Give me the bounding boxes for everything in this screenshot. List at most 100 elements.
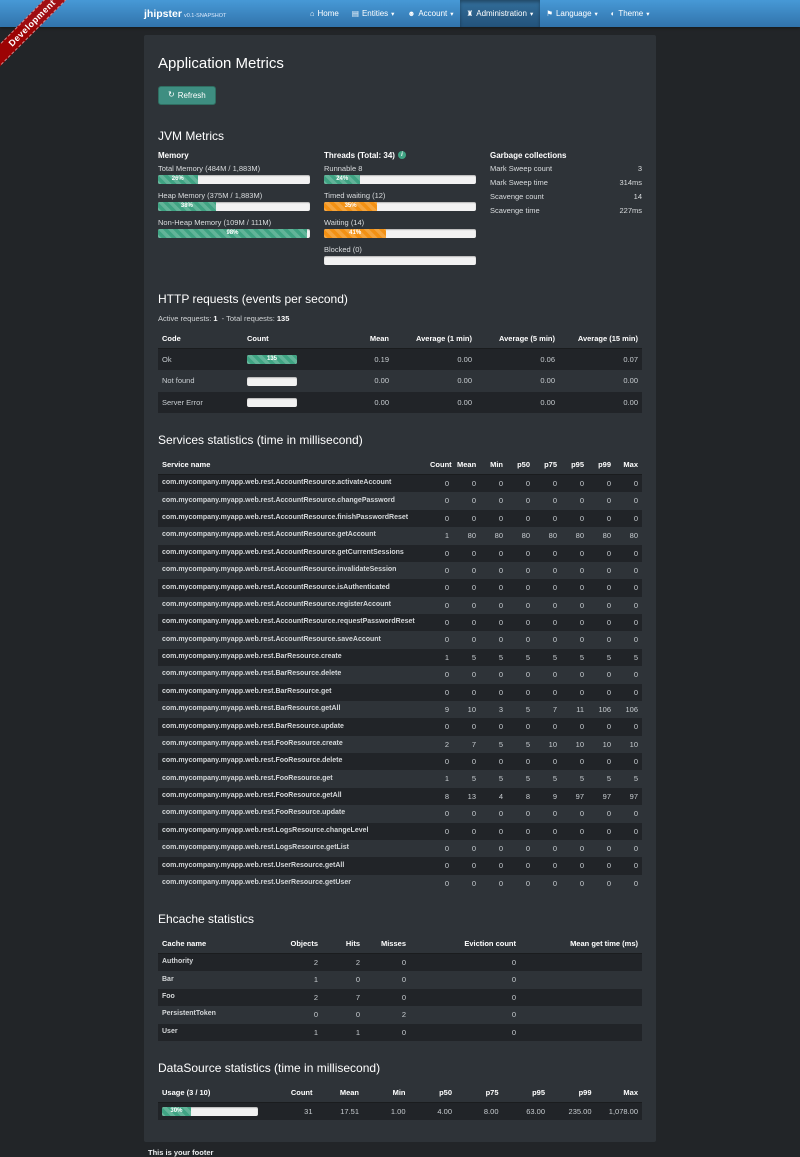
gc-stat-label: Mark Sweep time: [490, 178, 548, 187]
service-name-cell: com.mycompany.myapp.web.rest.UserResourc…: [158, 875, 426, 892]
chevron-down-icon: [391, 9, 394, 18]
services-statistics-heading: Services statistics (time in millisecond…: [158, 433, 642, 447]
threads-heading: Threads (Total: 34)i: [324, 151, 476, 160]
datasource-statistics-table: Usage (3 / 10) Count Mean Min p50 p75 p9…: [158, 1083, 642, 1121]
progress-track: 98%: [158, 229, 310, 238]
table-header-row: Cache name Objects Hits Misses Eviction …: [158, 934, 642, 954]
metric-label: Waiting (14): [324, 218, 476, 227]
table-row: Foo 2 7 0 0: [158, 989, 642, 1006]
table-row: com.mycompany.myapp.web.rest.BarResource…: [158, 684, 642, 701]
nav-item[interactable]: Home: [303, 0, 345, 27]
table-row: com.mycompany.myapp.web.rest.AccountReso…: [158, 562, 642, 579]
table-row: com.mycompany.myapp.web.rest.AccountReso…: [158, 579, 642, 596]
nav-item[interactable]: Language: [540, 0, 605, 27]
http-count-cell: 135: [243, 348, 328, 370]
footer: This is your footer: [144, 1148, 656, 1157]
table-row: com.mycompany.myapp.web.rest.LogsResourc…: [158, 823, 642, 840]
administration-icon: [467, 9, 474, 18]
threads-column: Threads (Total: 34)i Runnable 8 24% Time…: [324, 151, 476, 272]
progress-track: 30%: [162, 1107, 258, 1116]
metrics-panel: Application Metrics ↻ Refresh JVM Metric…: [144, 35, 656, 1142]
progress-track: [247, 377, 297, 386]
memory-heading: Memory: [158, 151, 310, 160]
http-code-cell: Server Error: [158, 392, 243, 414]
progress-fill: 35%: [324, 202, 377, 211]
navbar: jhipster v0.1-SNAPSHOT Home Entities Acc…: [0, 0, 800, 27]
ehcache-statistics-heading: Ehcache statistics: [158, 912, 642, 926]
table-row: com.mycompany.myapp.web.rest.AccountReso…: [158, 614, 642, 631]
table-row: com.mycompany.myapp.web.rest.FooResource…: [158, 736, 642, 753]
nav-item[interactable]: Entities: [345, 0, 401, 27]
brand-version: v0.1-SNAPSHOT: [184, 13, 226, 19]
service-name-cell: com.mycompany.myapp.web.rest.AccountReso…: [158, 562, 426, 579]
progress-fill: 135: [247, 355, 297, 364]
threads-info-icon[interactable]: i: [398, 151, 406, 159]
table-row: Ok 135 0.19 0.00 0.06 0.07: [158, 348, 642, 370]
table-row: com.mycompany.myapp.web.rest.UserResourc…: [158, 875, 642, 892]
table-row: PersistentToken 0 0 2 0: [158, 1006, 642, 1023]
progress-track: 24%: [324, 175, 476, 184]
table-row: com.mycompany.myapp.web.rest.UserResourc…: [158, 857, 642, 874]
table-row: Authority 2 2 0 0: [158, 954, 642, 972]
service-name-cell: com.mycompany.myapp.web.rest.AccountReso…: [158, 510, 426, 527]
gc-stat-row: Mark Sweep count 3: [490, 162, 642, 176]
service-name-cell: com.mycompany.myapp.web.rest.LogsResourc…: [158, 840, 426, 857]
service-name-cell: com.mycompany.myapp.web.rest.FooResource…: [158, 753, 426, 770]
metric-bar-group: Timed waiting (12) 35%: [324, 191, 476, 211]
service-name-cell: com.mycompany.myapp.web.rest.BarResource…: [158, 684, 426, 701]
progress-track: 35%: [324, 202, 476, 211]
datasource-usage-cell: 30%: [158, 1102, 270, 1120]
table-row: com.mycompany.myapp.web.rest.BarResource…: [158, 701, 642, 718]
table-row: com.mycompany.myapp.web.rest.AccountReso…: [158, 631, 642, 648]
table-header-row: Code Count Mean Average (1 min) Average …: [158, 329, 642, 349]
nav-item-label: Entities: [362, 9, 388, 18]
progress-fill: 41%: [324, 229, 386, 238]
table-row: com.mycompany.myapp.web.rest.AccountReso…: [158, 597, 642, 614]
nav-item[interactable]: Theme: [604, 0, 656, 27]
progress-track: 135: [247, 355, 297, 364]
table-row: com.mycompany.myapp.web.rest.FooResource…: [158, 788, 642, 805]
gc-stat-row: Scavenge count 14: [490, 190, 642, 204]
metric-label: Heap Memory (375M / 1,883M): [158, 191, 310, 200]
progress-fill: 30%: [162, 1107, 191, 1116]
http-summary: Active requests:1 - Total requests:135: [158, 314, 642, 323]
garbage-collections-heading: Garbage collections: [490, 151, 642, 160]
table-row: com.mycompany.myapp.web.rest.AccountReso…: [158, 475, 642, 493]
service-name-cell: com.mycompany.myapp.web.rest.FooResource…: [158, 788, 426, 805]
metric-bar-group: Waiting (14) 41%: [324, 218, 476, 238]
gc-stat-row: Mark Sweep time 314ms: [490, 176, 642, 190]
metric-bar-group: Blocked (0): [324, 245, 476, 265]
metric-bar-group: Heap Memory (375M / 1,883M) 38%: [158, 191, 310, 211]
brand-name: jhipster: [144, 8, 182, 20]
nav-item[interactable]: Account: [401, 0, 460, 27]
gc-stat-value: 14: [634, 192, 642, 201]
table-row: Not found 0.00 0.00 0.00 0.00: [158, 370, 642, 392]
gc-stat-value: 314ms: [619, 178, 642, 187]
service-name-cell: com.mycompany.myapp.web.rest.AccountReso…: [158, 631, 426, 648]
chevron-down-icon: [530, 9, 533, 18]
service-name-cell: com.mycompany.myapp.web.rest.FooResource…: [158, 770, 426, 787]
refresh-button[interactable]: ↻ Refresh: [158, 86, 216, 105]
nav-menu: Home Entities Account Administration Lan…: [303, 0, 656, 27]
nav-item[interactable]: Administration: [460, 0, 540, 27]
cache-name-cell: Bar: [158, 971, 274, 988]
service-name-cell: com.mycompany.myapp.web.rest.AccountReso…: [158, 475, 426, 493]
brand-link[interactable]: jhipster v0.1-SNAPSHOT: [144, 8, 226, 20]
datasource-statistics-heading: DataSource statistics (time in milliseco…: [158, 1061, 642, 1075]
http-code-cell: Ok: [158, 348, 243, 370]
gc-stat-label: Scavenge count: [490, 192, 544, 201]
nav-item-label: Language: [556, 9, 592, 18]
metric-bar-group: Runnable 8 24%: [324, 164, 476, 184]
account-icon: [407, 9, 415, 18]
service-name-cell: com.mycompany.myapp.web.rest.AccountReso…: [158, 545, 426, 562]
chevron-down-icon: [450, 9, 453, 18]
chevron-down-icon: [646, 9, 649, 18]
progress-track: 26%: [158, 175, 310, 184]
progress-track: 38%: [158, 202, 310, 211]
progress-fill: 24%: [324, 175, 360, 184]
metric-label: Non-Heap Memory (109M / 111M): [158, 218, 310, 227]
garbage-collections-column: Garbage collections Mark Sweep count 3 M…: [490, 151, 642, 272]
nav-item-label: Theme: [618, 9, 643, 18]
metric-bar-group: Total Memory (484M / 1,883M) 26%: [158, 164, 310, 184]
nav-item-label: Home: [318, 9, 339, 18]
